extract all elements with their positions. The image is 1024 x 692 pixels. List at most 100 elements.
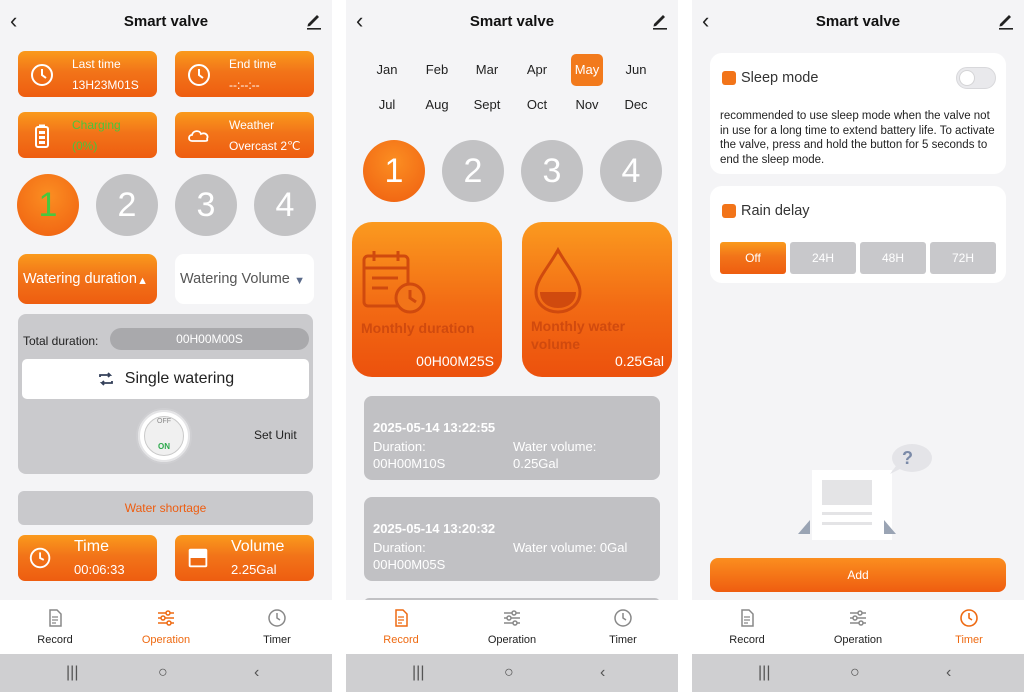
total-duration-label: Total duration: (23, 334, 99, 348)
watering-duration-tab[interactable]: Watering duration ▲ (18, 254, 157, 304)
back-nav-icon[interactable]: ‹ (946, 664, 951, 682)
zone-3-button[interactable]: 3 (175, 174, 237, 236)
bottom-nav: Record Operation Timer (692, 600, 1024, 654)
record-item[interactable]: 2025-05-14 13:20:32 Duration: 00H00M05S W… (364, 497, 660, 581)
nav-operation-label: Operation (141, 634, 191, 646)
page-title: Smart valve (123, 13, 209, 30)
rain-delay-off-button[interactable]: Off (720, 242, 786, 274)
calendar-clock-icon (362, 251, 426, 314)
month-dec[interactable]: Dec (620, 89, 652, 121)
monthly-duration-label: Monthly duration (361, 320, 475, 336)
month-apr[interactable]: Apr (521, 54, 553, 86)
month-oct[interactable]: Oct (521, 89, 553, 121)
set-unit-link[interactable]: Set Unit (254, 428, 297, 442)
watering-volume-tab[interactable]: Watering Volume ▼ (175, 254, 314, 304)
record-volume: Water volume: 0.25Gal (513, 438, 653, 472)
rain-delay-24h-button[interactable]: 24H (790, 242, 856, 274)
zone-1-button[interactable]: 1 (363, 140, 425, 202)
month-mar[interactable]: Mar (471, 54, 503, 86)
home-icon[interactable]: ○ (504, 664, 514, 682)
sleep-mode-toggle[interactable] (956, 67, 996, 89)
timer-clock-icon (960, 609, 978, 627)
timer-screen: ‹ Smart valve Sleep mode recommended to … (692, 0, 1024, 692)
watering-duration-label: Watering duration (23, 271, 137, 287)
header-bar: ‹ Smart valve (0, 0, 332, 44)
record-duration: Duration: 00H00M05S (373, 539, 503, 573)
page-title: Smart valve (469, 13, 555, 30)
zone-4-button[interactable]: 4 (600, 140, 662, 202)
recents-icon[interactable]: ||| (66, 664, 78, 682)
back-nav-icon[interactable]: ‹ (600, 664, 605, 682)
header-bar: ‹ Smart valve (346, 0, 678, 44)
end-time-value: --:--:-- (229, 78, 260, 92)
bottom-nav: Record Operation Timer (0, 600, 332, 654)
recents-icon[interactable]: ||| (412, 664, 424, 682)
zone-3-button[interactable]: 3 (521, 140, 583, 202)
nav-record[interactable]: Record (697, 608, 797, 646)
nav-timer[interactable]: Timer (573, 608, 673, 646)
zone-2-button[interactable]: 2 (442, 140, 504, 202)
month-jun[interactable]: Jun (620, 54, 652, 86)
nav-operation[interactable]: Operation (116, 608, 216, 646)
home-icon[interactable]: ○ (158, 664, 168, 682)
valve-toggle-switch[interactable]: OFF ON (136, 408, 192, 464)
battery-value: (0%) (72, 139, 98, 153)
monthly-duration-card: Monthly duration 00H00M25S (352, 222, 502, 377)
zone-4-button[interactable]: 4 (254, 174, 316, 236)
zone-2-button[interactable]: 2 (96, 174, 158, 236)
watering-volume-label: Watering Volume (180, 271, 290, 287)
sleep-mode-card: Sleep mode recommended to use sleep mode… (710, 53, 1006, 174)
rain-delay-label: Rain delay (741, 203, 810, 219)
record-volume-label: Water volume: (513, 439, 597, 454)
recents-icon[interactable]: ||| (758, 664, 770, 682)
record-screen: ‹ Smart valve Jan Feb Mar Apr May Jun Ju… (346, 0, 678, 692)
nav-operation[interactable]: Operation (462, 608, 562, 646)
water-tank-icon (188, 548, 208, 568)
nav-record-label: Record (37, 634, 73, 646)
page-title: Smart valve (815, 13, 901, 30)
nav-timer[interactable]: Timer (919, 608, 1019, 646)
weather-label: Weather (229, 118, 275, 132)
nav-timer-label: Timer (263, 634, 291, 646)
time-value: 00:06:33 (74, 562, 125, 577)
month-aug[interactable]: Aug (421, 89, 453, 121)
month-nov[interactable]: Nov (571, 89, 603, 121)
monthly-volume-card: Monthly water volume 0.25Gal (522, 222, 672, 377)
document-icon (49, 609, 62, 627)
sliders-icon (504, 610, 520, 626)
home-icon[interactable]: ○ (850, 664, 860, 682)
repeat-icon (98, 372, 113, 386)
zone-1-button[interactable]: 1 (17, 174, 79, 236)
edit-icon[interactable] (304, 10, 324, 30)
nav-operation[interactable]: Operation (808, 608, 908, 646)
month-feb[interactable]: Feb (421, 54, 453, 86)
record-timestamp: 2025-05-14 13:20:32 (373, 521, 496, 536)
record-duration-value: 00H00M10S (373, 456, 446, 471)
toggle-knob (959, 70, 975, 86)
nav-record[interactable]: Record (5, 608, 105, 646)
total-duration-value: 00H00M00S (110, 328, 309, 350)
system-nav-bar: ||| ○ ‹ (346, 654, 678, 692)
edit-icon[interactable] (996, 10, 1016, 30)
volume-card: Volume 2.25Gal (175, 535, 314, 581)
nav-timer[interactable]: Timer (227, 608, 327, 646)
add-button[interactable]: Add (710, 558, 1006, 592)
toggle-on-label: ON (158, 442, 170, 451)
month-may[interactable]: May (571, 54, 603, 86)
clock-icon (268, 609, 286, 627)
month-jul[interactable]: Jul (371, 89, 403, 121)
nav-timer-label: Timer (609, 634, 637, 646)
edit-icon[interactable] (650, 10, 670, 30)
rain-delay-72h-button[interactable]: 72H (930, 242, 996, 274)
record-volume-label: Water volume: 0Gal (513, 540, 628, 555)
rain-delay-48h-button[interactable]: 48H (860, 242, 926, 274)
month-sept[interactable]: Sept (468, 89, 506, 121)
back-nav-icon[interactable]: ‹ (254, 664, 259, 682)
single-watering-button[interactable]: Single watering (22, 359, 309, 399)
nav-record[interactable]: Record (351, 608, 451, 646)
sleep-mode-description: recommended to use sleep mode when the v… (720, 110, 995, 166)
document-icon (741, 609, 754, 627)
sliders-icon (158, 610, 174, 626)
month-jan[interactable]: Jan (371, 54, 403, 86)
record-item[interactable]: 2025-05-14 13:22:55 Duration: 00H00M10S W… (364, 396, 660, 480)
